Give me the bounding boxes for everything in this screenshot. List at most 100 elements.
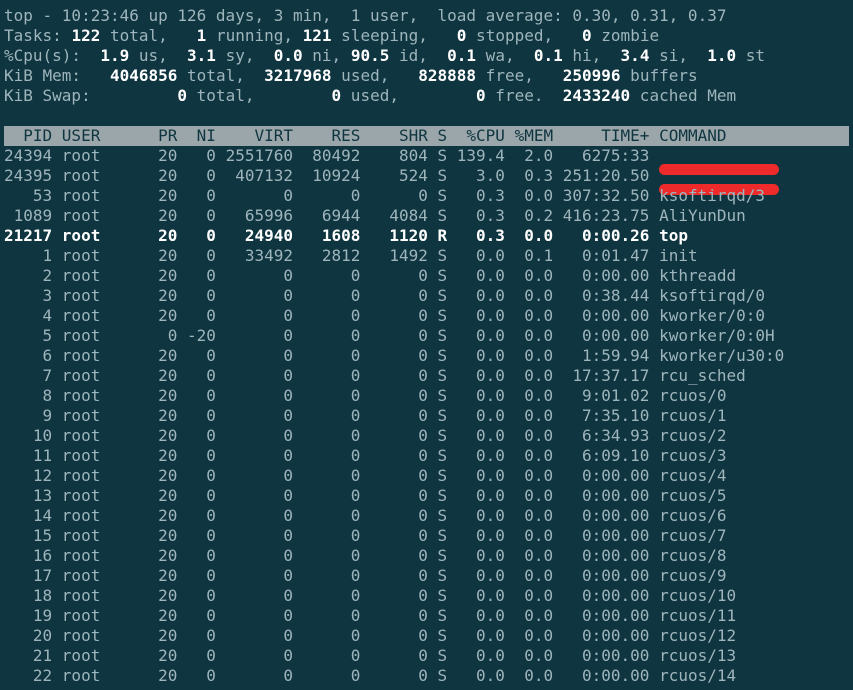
cell-cpu: 0.0	[476, 306, 505, 325]
cell-time: 0:00.00	[581, 466, 650, 485]
process-row[interactable]: 8 root 20 0 0 0 0 S 0.0 0.0 9:01.02 rcuo…	[0, 386, 853, 406]
cell-virt: 0	[283, 546, 293, 565]
cell-user: root	[61, 426, 101, 445]
process-row[interactable]: 14 root 20 0 0 0 0 S 0.0 0.0 0:00.00 rcu…	[0, 506, 853, 526]
process-row[interactable]: 21 root 20 0 0 0 0 S 0.0 0.0 0:00.00 rcu…	[0, 646, 853, 666]
terminal-window[interactable]: top - 10:23:46 up 126 days, 3 min, 1 use…	[0, 0, 853, 690]
cell-command: rcuos/8	[659, 546, 727, 565]
cell-shr: 0	[418, 646, 428, 665]
cell-pr: 20	[158, 486, 178, 505]
cell-command: rcuos/7	[659, 526, 727, 545]
cell-user: root	[61, 466, 101, 485]
cell-user: root	[61, 366, 101, 385]
process-row[interactable]: 1089 root 20 0 65996 6944 4084 S 0.3 0.2…	[0, 206, 853, 226]
cell-res: 0	[350, 306, 361, 325]
process-row[interactable]: 1 root 20 0 33492 2812 1492 S 0.0 0.1 0:…	[0, 246, 853, 266]
cell-shr: 0	[418, 446, 428, 465]
process-row[interactable]: 6 root 20 0 0 0 0 S 0.0 0.0 1:59.94 kwor…	[0, 346, 853, 366]
cell-mem: 0.0	[524, 346, 554, 365]
cell-cpu: 0.3	[476, 186, 505, 205]
cell-ni: 0	[206, 266, 216, 285]
cell-mem: 0.0	[524, 626, 554, 645]
process-row[interactable]: 3 root 20 0 0 0 0 S 0.0 0.0 0:38.44 ksof…	[0, 286, 853, 306]
cell-s: S	[437, 346, 448, 365]
process-row[interactable]: 12 root 20 0 0 0 0 S 0.0 0.0 0:00.00 rcu…	[0, 466, 853, 486]
cell-res: 0	[350, 586, 361, 605]
summary-segment: 0	[331, 86, 342, 105]
cell-cpu: 0.3	[476, 206, 505, 225]
cell-s: S	[437, 506, 448, 525]
cell-mem: 0.0	[524, 566, 554, 585]
summary-segment: total,	[100, 26, 197, 45]
process-row[interactable]: 21217 root 20 0 24940 1608 1120 R 0.3 0.…	[0, 226, 853, 246]
cell-s: S	[437, 646, 448, 665]
cell-user: root	[61, 306, 101, 325]
column-header-virt: VIRT	[254, 126, 293, 145]
cell-mem: 0.0	[524, 666, 554, 685]
cell-cpu: 0.0	[476, 546, 505, 565]
cell-command: rcuos/12	[659, 626, 737, 645]
process-table: 24394 root 20 0 2551760 80492 804 S 139.…	[0, 146, 853, 686]
column-header-user: USER	[61, 126, 101, 145]
process-row[interactable]: 24395 root 20 0 407132 10924 524 S 3.0 0…	[0, 166, 853, 195]
cell-pid: 7	[42, 366, 53, 385]
process-row[interactable]: 17 root 20 0 0 0 0 S 0.0 0.0 0:00.00 rcu…	[0, 566, 853, 586]
cell-mem: 0.0	[524, 366, 554, 385]
cell-mem: 0.0	[524, 306, 554, 325]
cell-s: S	[437, 206, 448, 225]
cell-virt: 0	[283, 566, 293, 585]
cell-cpu: 0.3	[476, 226, 505, 245]
process-row[interactable]: 2 root 20 0 0 0 0 S 0.0 0.0 0:00.00 kthr…	[0, 266, 853, 286]
cell-res: 0	[350, 366, 361, 385]
summary-segment: 0	[177, 86, 188, 105]
cell-shr: 0	[418, 326, 428, 345]
process-row[interactable]: 4 root 20 0 0 0 0 S 0.0 0.0 0:00.00 kwor…	[0, 306, 853, 326]
cell-virt: 0	[283, 586, 293, 605]
cell-ni: 0	[206, 466, 216, 485]
cell-command: ksoftirqd/3	[659, 186, 766, 205]
process-row[interactable]: 11 root 20 0 0 0 0 S 0.0 0.0 6:09.10 rcu…	[0, 446, 853, 466]
process-row[interactable]: 16 root 20 0 0 0 0 S 0.0 0.0 0:00.00 rcu…	[0, 546, 853, 566]
cell-command: rcuos/6	[659, 506, 727, 525]
process-row[interactable]: 9 root 20 0 0 0 0 S 0.0 0.0 7:35.10 rcuo…	[0, 406, 853, 426]
cell-time: 251:20.50	[562, 166, 650, 185]
cell-pid: 22	[32, 666, 53, 685]
cell-shr: 0	[418, 286, 428, 305]
process-row[interactable]: 5 root 0 -20 0 0 0 S 0.0 0.0 0:00.00 kwo…	[0, 326, 853, 346]
cell-pr: 20	[158, 606, 178, 625]
process-row[interactable]: 18 root 20 0 0 0 0 S 0.0 0.0 0:00.00 rcu…	[0, 586, 853, 606]
top-summary: top - 10:23:46 up 126 days, 3 min, 1 use…	[0, 6, 853, 106]
cell-mem: 0.0	[524, 486, 554, 505]
cell-ni: 0	[206, 306, 216, 325]
cell-s: S	[437, 306, 448, 325]
cell-pr: 20	[158, 206, 178, 225]
cell-ni: 0	[206, 546, 216, 565]
cell-pid: 20	[32, 626, 53, 645]
cell-user: root	[61, 446, 101, 465]
cell-pr: 20	[158, 426, 178, 445]
cell-shr: 0	[418, 526, 428, 545]
process-row[interactable]: 10 root 20 0 0 0 0 S 0.0 0.0 6:34.93 rcu…	[0, 426, 853, 446]
cell-mem: 0.0	[524, 586, 554, 605]
column-header-command: COMMAND	[659, 126, 727, 145]
cell-ni: 0	[206, 386, 216, 405]
cell-time: 9:01.02	[581, 386, 650, 405]
process-row[interactable]: 13 root 20 0 0 0 0 S 0.0 0.0 0:00.00 rcu…	[0, 486, 853, 506]
summary-segment: 90.5	[350, 46, 390, 65]
process-row[interactable]: 15 root 20 0 0 0 0 S 0.0 0.0 0:00.00 rcu…	[0, 526, 853, 546]
cell-res: 0	[350, 606, 361, 625]
cell-pid: 9	[42, 406, 53, 425]
process-row[interactable]: 19 root 20 0 0 0 0 S 0.0 0.0 0:00.00 rcu…	[0, 606, 853, 626]
summary-segment: KiB Swap:	[4, 86, 178, 105]
column-header-cpu: %CPU	[466, 126, 505, 145]
process-row[interactable]: 20 root 20 0 0 0 0 S 0.0 0.0 0:00.00 rcu…	[0, 626, 853, 646]
cell-pr: 20	[158, 246, 178, 265]
cell-virt: 0	[283, 286, 293, 305]
process-row[interactable]: 7 root 20 0 0 0 0 S 0.0 0.0 17:37.17 rcu…	[0, 366, 853, 386]
cell-time: 0:00.00	[581, 606, 650, 625]
process-row[interactable]: 53 root 20 0 0 0 0 S 0.3 0.0 307:32.50 k…	[0, 186, 853, 206]
cell-mem: 0.0	[524, 646, 554, 665]
summary-segment: stopped,	[466, 26, 583, 45]
process-row[interactable]: 22 root 20 0 0 0 0 S 0.0 0.0 0:00.00 rcu…	[0, 666, 853, 686]
process-row[interactable]: 24394 root 20 0 2551760 80492 804 S 139.…	[0, 146, 853, 175]
